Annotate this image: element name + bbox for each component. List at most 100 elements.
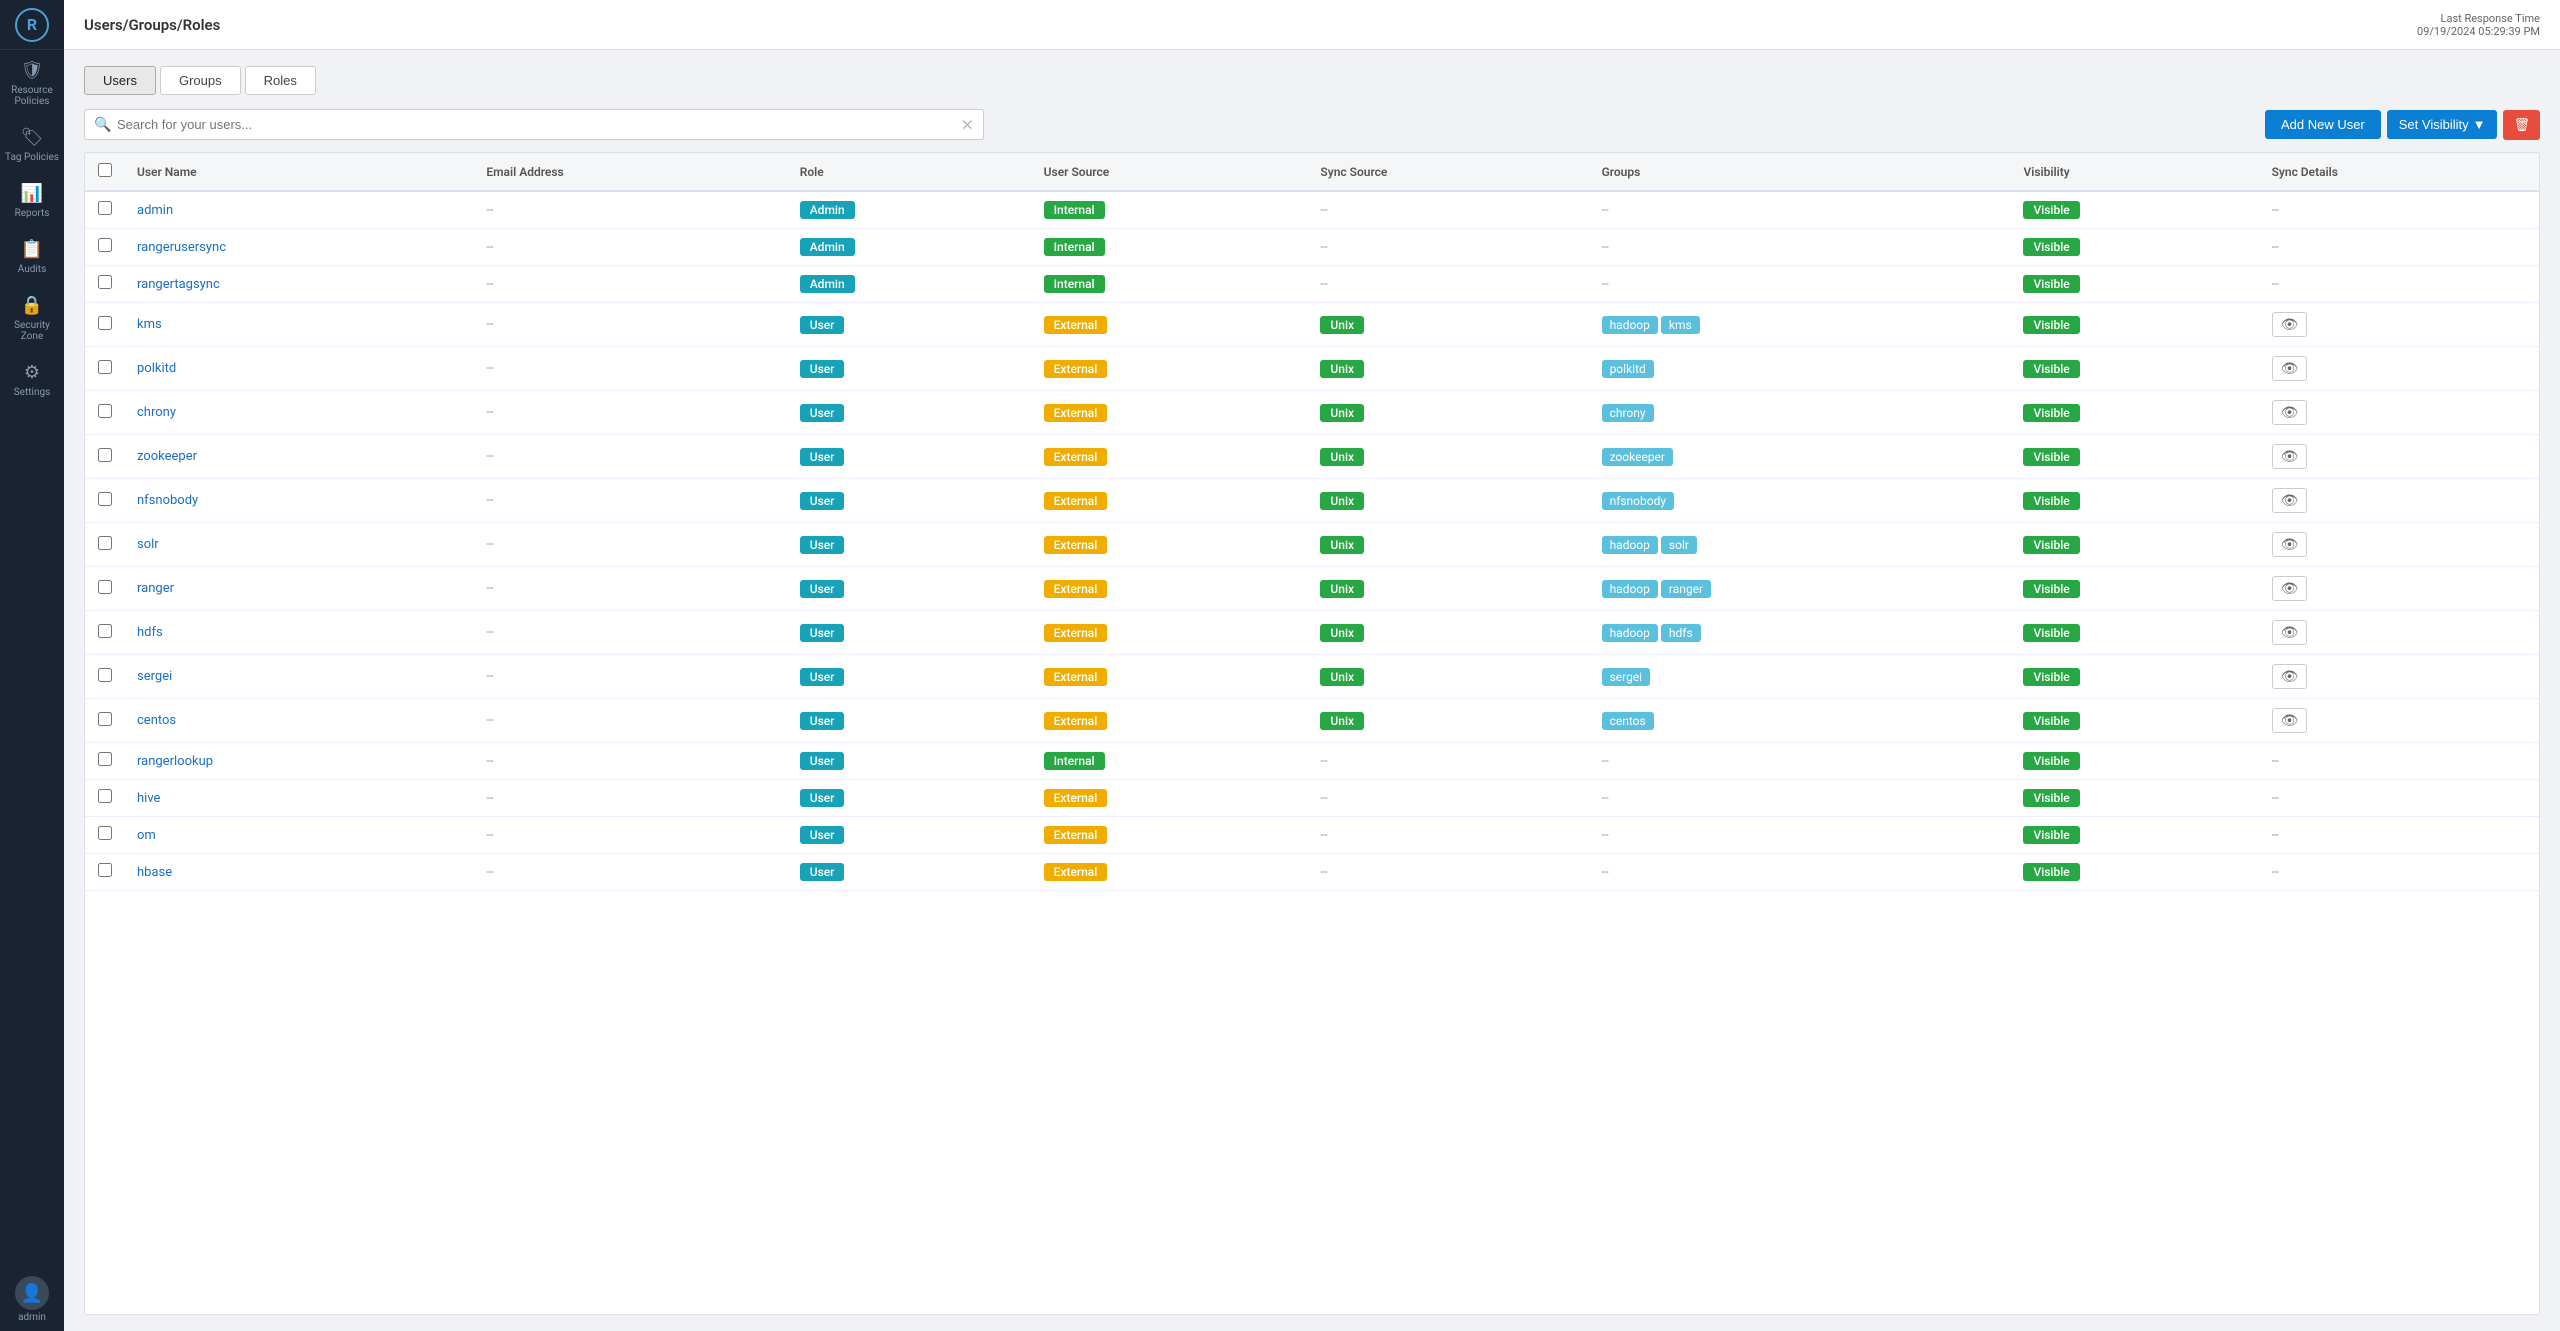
- row-checkbox[interactable]: [98, 238, 112, 252]
- avatar[interactable]: 👤: [15, 1276, 49, 1310]
- group-badge[interactable]: solr: [1661, 536, 1697, 554]
- row-checkbox[interactable]: [98, 789, 112, 803]
- set-visibility-button[interactable]: Set Visibility ▼: [2387, 110, 2498, 139]
- group-badge[interactable]: kms: [1661, 316, 1700, 334]
- user-source-badge: Internal: [1044, 201, 1105, 219]
- role-badge: User: [800, 492, 845, 510]
- row-checkbox[interactable]: [98, 492, 112, 506]
- row-checkbox[interactable]: [98, 668, 112, 682]
- group-badge[interactable]: ranger: [1661, 580, 1711, 598]
- table-row: rangerusersync--AdminInternal----Visible…: [85, 229, 2539, 266]
- row-checkbox[interactable]: [98, 826, 112, 840]
- group-badge[interactable]: sergei: [1602, 668, 1651, 686]
- sidebar-item-label: Audits: [18, 264, 47, 275]
- col-user-source: User Source: [1032, 153, 1309, 191]
- user-link[interactable]: rangerlookup: [137, 754, 213, 769]
- user-link[interactable]: solr: [137, 537, 159, 552]
- row-checkbox[interactable]: [98, 580, 112, 594]
- group-badge[interactable]: chrony: [1602, 404, 1654, 422]
- email-value: --: [486, 865, 493, 880]
- app-logo-icon[interactable]: R: [15, 8, 49, 42]
- visibility-badge: Visible: [2023, 668, 2079, 686]
- user-link[interactable]: nfsnobody: [137, 493, 198, 508]
- tab-roles[interactable]: Roles: [245, 66, 316, 95]
- row-checkbox[interactable]: [98, 448, 112, 462]
- sidebar-item-security-zone[interactable]: 🔒 Security Zone: [0, 285, 64, 352]
- sidebar-item-audits[interactable]: 📋 Audits: [0, 229, 64, 285]
- user-link[interactable]: admin: [137, 203, 173, 218]
- row-checkbox[interactable]: [98, 404, 112, 418]
- user-link[interactable]: rangerusersync: [137, 240, 226, 255]
- sidebar-user-label: admin: [18, 1312, 46, 1323]
- sidebar-item-reports[interactable]: 📊 Reports: [0, 173, 64, 229]
- row-checkbox[interactable]: [98, 275, 112, 289]
- table-row: kms--UserExternalUnixhadoopkmsVisible👁: [85, 303, 2539, 347]
- sidebar-item-tag-policies[interactable]: 🏷 Tag Policies: [0, 117, 64, 173]
- sync-details-eye-button[interactable]: 👁: [2272, 532, 2308, 557]
- user-link[interactable]: hdfs: [137, 625, 163, 640]
- user-source-badge: External: [1044, 404, 1108, 422]
- sync-details-eye-button[interactable]: 👁: [2272, 576, 2308, 601]
- group-badge[interactable]: hadoop: [1602, 536, 1658, 554]
- delete-button[interactable]: 🗑: [2503, 110, 2540, 140]
- user-link[interactable]: rangertagsync: [137, 277, 220, 292]
- sync-details-eye-button[interactable]: 👁: [2272, 312, 2308, 337]
- email-value: --: [486, 713, 493, 728]
- group-badge[interactable]: hdfs: [1661, 624, 1701, 642]
- table-row: om--UserExternal----Visible--: [85, 817, 2539, 854]
- user-source-badge: External: [1044, 448, 1108, 466]
- sync-details-eye-button[interactable]: 👁: [2272, 620, 2308, 645]
- search-input[interactable]: [84, 109, 984, 140]
- group-badge[interactable]: zookeeper: [1602, 448, 1673, 466]
- sync-details-eye-button[interactable]: 👁: [2272, 444, 2308, 469]
- role-badge: Admin: [800, 238, 855, 256]
- user-link[interactable]: kms: [137, 317, 162, 332]
- row-checkbox[interactable]: [98, 536, 112, 550]
- row-checkbox[interactable]: [98, 863, 112, 877]
- topbar: Users/Groups/Roles Last Response Time 09…: [64, 0, 2560, 50]
- tab-users[interactable]: Users: [84, 66, 156, 95]
- group-badge[interactable]: polkitd: [1602, 360, 1654, 378]
- sync-details-value: --: [2272, 240, 2279, 255]
- group-badge[interactable]: hadoop: [1602, 316, 1658, 334]
- content-area: Users Groups Roles 🔍 ✕ Add New User Set …: [64, 50, 2560, 1331]
- group-badge[interactable]: hadoop: [1602, 624, 1658, 642]
- sidebar-item-settings[interactable]: ⚙ Settings: [0, 352, 64, 408]
- table-row: nfsnobody--UserExternalUnixnfsnobodyVisi…: [85, 479, 2539, 523]
- security-zone-icon: 🔒: [21, 295, 43, 316]
- user-link[interactable]: centos: [137, 713, 176, 728]
- row-checkbox[interactable]: [98, 624, 112, 638]
- table-row: hdfs--UserExternalUnixhadoophdfsVisible👁: [85, 611, 2539, 655]
- sidebar-item-resource-policies[interactable]: 🛡 Resource Policies: [0, 50, 64, 117]
- row-checkbox[interactable]: [98, 752, 112, 766]
- group-badge[interactable]: nfsnobody: [1602, 492, 1675, 510]
- tab-groups[interactable]: Groups: [160, 66, 241, 95]
- sync-source-badge: Unix: [1320, 668, 1364, 686]
- user-link[interactable]: hive: [137, 791, 160, 806]
- sync-details-eye-button[interactable]: 👁: [2272, 708, 2308, 733]
- row-checkbox[interactable]: [98, 360, 112, 374]
- user-link[interactable]: hbase: [137, 865, 172, 880]
- user-link[interactable]: om: [137, 828, 156, 843]
- row-checkbox[interactable]: [98, 316, 112, 330]
- user-link[interactable]: chrony: [137, 405, 176, 420]
- search-clear-icon[interactable]: ✕: [961, 115, 974, 134]
- sync-details-eye-button[interactable]: 👁: [2272, 664, 2308, 689]
- group-badge[interactable]: centos: [1602, 712, 1654, 730]
- add-new-user-button[interactable]: Add New User: [2265, 110, 2381, 139]
- visibility-badge: Visible: [2023, 492, 2079, 510]
- user-link[interactable]: polkitd: [137, 361, 176, 376]
- row-checkbox[interactable]: [98, 712, 112, 726]
- user-source-badge: Internal: [1044, 238, 1105, 256]
- user-link[interactable]: ranger: [137, 581, 174, 596]
- sync-details-eye-button[interactable]: 👁: [2272, 400, 2308, 425]
- row-checkbox[interactable]: [98, 201, 112, 215]
- select-all-checkbox[interactable]: [98, 163, 112, 177]
- sync-details-eye-button[interactable]: 👁: [2272, 488, 2308, 513]
- user-link[interactable]: sergei: [137, 669, 172, 684]
- sync-source-badge: Unix: [1320, 536, 1364, 554]
- chevron-down-icon: ▼: [2473, 117, 2486, 132]
- sync-details-eye-button[interactable]: 👁: [2272, 356, 2308, 381]
- group-badge[interactable]: hadoop: [1602, 580, 1658, 598]
- user-link[interactable]: zookeeper: [137, 449, 197, 464]
